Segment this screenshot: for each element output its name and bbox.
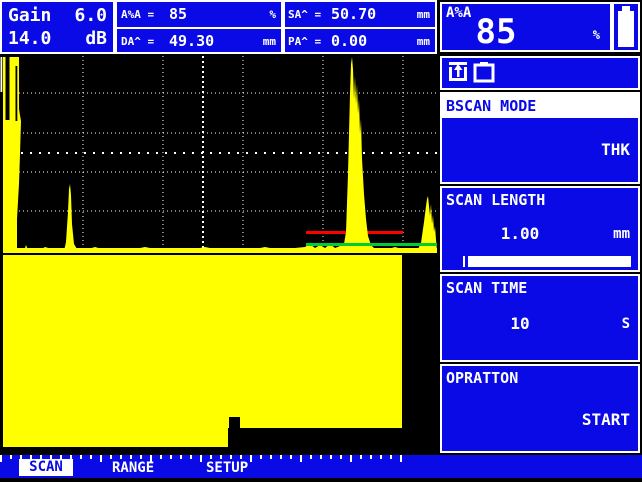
meas-value: 85: [169, 2, 187, 27]
a-scan-display: [0, 54, 437, 255]
menu-section-unit: S: [622, 316, 630, 332]
ruler-tick: [100, 455, 102, 462]
ruler-tick: [220, 455, 222, 459]
scan-length-slider[interactable]: [468, 256, 631, 267]
ruler-tick: [260, 455, 262, 459]
measurement-row: SA^ = 50.70 mm: [285, 2, 435, 27]
ruler-tick: [110, 455, 112, 459]
b-scan-display: [0, 255, 437, 455]
amplitude-readout-unit: %: [593, 28, 600, 42]
measurement-row: PA^ = 0.00 mm: [285, 27, 435, 54]
ruler-tick: [130, 455, 132, 459]
ruler-tick: [80, 455, 82, 459]
meas-unit: mm: [417, 2, 430, 27]
ruler-tick: [400, 455, 402, 462]
ruler-tick: [190, 455, 192, 459]
ruler-tick: [140, 455, 142, 459]
menu-section-value: THK: [601, 140, 630, 159]
menu-tab-scan[interactable]: SCAN: [19, 459, 73, 476]
menu-section-value: 10: [442, 314, 598, 333]
menu-section-title[interactable]: OPRATTON: [442, 366, 638, 390]
meas-label: DA^ =: [121, 29, 154, 54]
ruler-tick: [170, 455, 172, 459]
menu-section-title[interactable]: SCAN TIME: [442, 276, 638, 300]
battery-box: [612, 2, 640, 52]
measurement-box-2: SA^ = 50.70 mm PA^ = 0.00 mm: [283, 0, 437, 54]
ruler-tick: [210, 455, 212, 459]
ruler-tick: [0, 455, 2, 462]
menu-section-title[interactable]: SCAN LENGTH: [442, 188, 638, 212]
menu-tab-setup[interactable]: SETUP: [206, 460, 248, 477]
meas-value: 49.30: [169, 29, 214, 54]
gain-box: Gain 6.0 14.0 dB: [0, 0, 115, 54]
bottom-menu-bar: SCAN RANGE SETUP: [0, 455, 642, 478]
box-up-arrow-icon: [449, 62, 467, 81]
meas-unit: mm: [263, 29, 276, 54]
meas-label: PA^ =: [288, 29, 321, 54]
ruler-tick: [230, 455, 232, 459]
ruler-tick: [370, 455, 372, 459]
meas-unit: mm: [417, 29, 430, 54]
measurement-row: DA^ = 49.30 mm: [117, 27, 281, 54]
meas-label: SA^ =: [288, 2, 321, 27]
measurement-box-1: A%A = 85 % DA^ = 49.30 mm: [115, 0, 283, 54]
ruler-tick: [280, 455, 282, 459]
ruler-tick: [250, 455, 252, 462]
status-icons-row: [440, 56, 640, 90]
ruler-tick: [360, 455, 362, 459]
ruler-tick: [180, 455, 182, 459]
amplitude-readout-value: 85: [442, 12, 550, 52]
a-scan-waveform: [0, 54, 437, 255]
measurement-row: A%A = 85 %: [117, 2, 281, 27]
ruler-tick: [350, 455, 352, 462]
gain-unit: dB: [85, 27, 107, 50]
clipboard-icon: [475, 62, 493, 81]
menu-section-scan-length[interactable]: SCAN LENGTH 1.00 mm: [440, 186, 640, 272]
ruler-tick: [160, 455, 162, 459]
menu-section-unit: mm: [613, 226, 630, 242]
menu-section-value: 1.00: [442, 224, 598, 243]
ruler-tick: [330, 455, 332, 459]
gain-label: Gain: [8, 4, 51, 27]
menu-section-opration[interactable]: OPRATTON START: [440, 364, 640, 453]
ruler-tick: [10, 455, 12, 459]
slider-tick: [463, 256, 465, 267]
amplitude-readout-panel: A%A 85 %: [440, 2, 612, 52]
menu-section-bscan-mode[interactable]: BSCAN MODE THK: [440, 92, 640, 184]
ruler-tick: [290, 455, 292, 459]
menu-section-title[interactable]: BSCAN MODE: [442, 94, 638, 118]
ruler-tick: [340, 455, 342, 459]
ruler-tick: [120, 455, 122, 459]
meas-value: 50.70: [331, 2, 376, 27]
ruler-tick: [300, 455, 302, 462]
meas-label: A%A =: [121, 2, 154, 27]
ruler-tick: [390, 455, 392, 459]
menu-section-scan-time[interactable]: SCAN TIME 10 S: [440, 274, 640, 362]
ruler-tick: [240, 455, 242, 459]
ruler-tick: [200, 455, 202, 462]
battery-full-icon: [614, 4, 638, 50]
ruler-tick: [90, 455, 92, 459]
meas-unit: %: [269, 2, 276, 27]
ruler-tick: [270, 455, 272, 459]
gain-value-2: 14.0: [8, 27, 51, 50]
b-scan-image: [0, 255, 437, 455]
device-screen: Gain 6.0 14.0 dB A%A = 85 % DA^ = 49.30 …: [0, 0, 642, 482]
ruler-tick: [320, 455, 322, 459]
ruler-tick: [310, 455, 312, 459]
meas-value: 0.00: [331, 29, 367, 54]
menu-section-value: START: [582, 410, 630, 429]
menu-tab-range[interactable]: RANGE: [112, 460, 154, 477]
ruler-tick: [380, 455, 382, 459]
gain-value: 6.0: [74, 4, 107, 27]
